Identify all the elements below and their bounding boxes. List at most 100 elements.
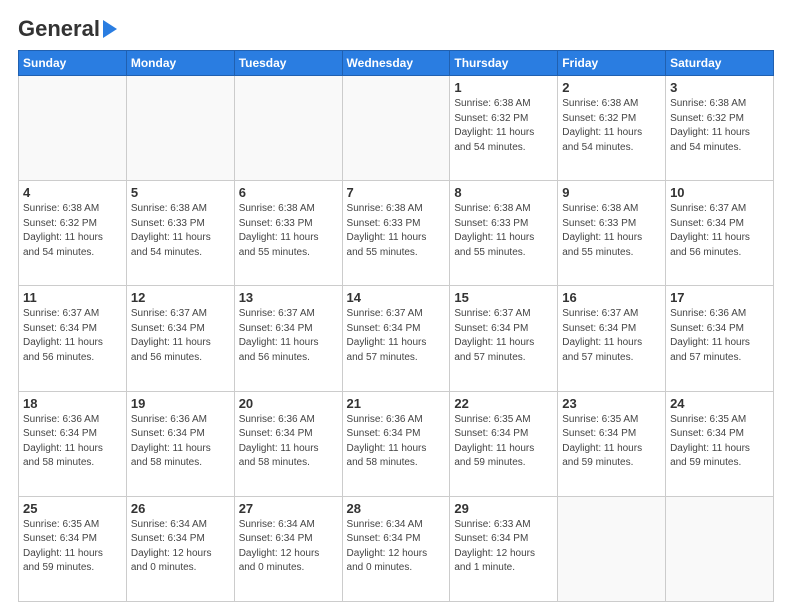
day-cell (666, 496, 774, 601)
week-row-4: 18 Sunrise: 6:36 AMSunset: 6:34 PMDayligh… (19, 391, 774, 496)
day-number: 21 (347, 396, 446, 411)
weekday-header-thursday: Thursday (450, 51, 558, 76)
day-info: Sunrise: 6:34 AMSunset: 6:34 PMDaylight:… (131, 518, 230, 576)
logo-arrow-icon (103, 20, 117, 38)
day-number: 19 (131, 396, 230, 411)
day-info: Sunrise: 6:38 AMSunset: 6:33 PMDaylight:… (454, 202, 553, 260)
day-info: Sunrise: 6:37 AMSunset: 6:34 PMDaylight:… (347, 307, 446, 365)
day-info: Sunrise: 6:37 AMSunset: 6:34 PMDaylight:… (562, 307, 661, 365)
day-cell: 16Sunrise: 6:37 AMSunset: 6:34 PMDayligh… (558, 286, 666, 391)
day-info: Sunrise: 6:37 AMSunset: 6:34 PMDaylight:… (454, 307, 553, 365)
day-number: 6 (239, 185, 338, 200)
day-number: 25 (23, 501, 122, 516)
day-cell: 24 Sunrise: 6:35 AMSunset: 6:34 PMDayligh… (666, 391, 774, 496)
day-info: Sunrise: 6:38 AMSunset: 6:33 PMDaylight:… (347, 202, 446, 260)
day-info: Sunrise: 6:38 AMSunset: 6:33 PMDaylight:… (131, 202, 230, 260)
day-info: Sunrise: 6:38 AMSunset: 6:32 PMDaylight:… (562, 97, 661, 155)
logo-general-text: General (18, 16, 100, 42)
logo: General (18, 16, 117, 42)
week-row-5: 25 Sunrise: 6:35 AMSunset: 6:34 PMDayligh… (19, 496, 774, 601)
day-number: 18 (23, 396, 122, 411)
day-info: Sunrise: 6:35 AMSunset: 6:34 PMDaylight:… (23, 518, 122, 576)
day-info: Sunrise: 6:38 AMSunset: 6:33 PMDaylight:… (562, 202, 661, 260)
day-number: 13 (239, 290, 338, 305)
day-cell: 28 Sunrise: 6:34 AMSunset: 6:34 PMDayligh… (342, 496, 450, 601)
day-cell: 15 Sunrise: 6:37 AMSunset: 6:34 PMDayligh… (450, 286, 558, 391)
day-cell: 1 Sunrise: 6:38 AMSunset: 6:32 PMDaylight… (450, 76, 558, 181)
week-row-2: 4Sunrise: 6:38 AMSunset: 6:32 PMDaylight… (19, 181, 774, 286)
day-number: 8 (454, 185, 553, 200)
day-cell: 17Sunrise: 6:36 AMSunset: 6:34 PMDayligh… (666, 286, 774, 391)
day-cell: 22Sunrise: 6:35 AMSunset: 6:34 PMDayligh… (450, 391, 558, 496)
day-cell: 10Sunrise: 6:37 AMSunset: 6:34 PMDayligh… (666, 181, 774, 286)
day-cell: 19Sunrise: 6:36 AMSunset: 6:34 PMDayligh… (126, 391, 234, 496)
day-cell: 26 Sunrise: 6:34 AMSunset: 6:34 PMDayligh… (126, 496, 234, 601)
day-cell: 14 Sunrise: 6:37 AMSunset: 6:34 PMDayligh… (342, 286, 450, 391)
day-number: 24 (670, 396, 769, 411)
day-cell: 25 Sunrise: 6:35 AMSunset: 6:34 PMDayligh… (19, 496, 127, 601)
page: General SundayMondayTuesdayWednesdayThur… (0, 0, 792, 612)
day-number: 29 (454, 501, 553, 516)
day-number: 3 (670, 80, 769, 95)
day-number: 2 (562, 80, 661, 95)
day-cell (558, 496, 666, 601)
day-cell: 2 Sunrise: 6:38 AMSunset: 6:32 PMDaylight… (558, 76, 666, 181)
weekday-header-monday: Monday (126, 51, 234, 76)
day-cell: 27 Sunrise: 6:34 AMSunset: 6:34 PMDayligh… (234, 496, 342, 601)
weekday-header-wednesday: Wednesday (342, 51, 450, 76)
day-cell (342, 76, 450, 181)
day-cell: 20 Sunrise: 6:36 AMSunset: 6:34 PMDayligh… (234, 391, 342, 496)
day-number: 20 (239, 396, 338, 411)
weekday-header-sunday: Sunday (19, 51, 127, 76)
day-cell: 7 Sunrise: 6:38 AMSunset: 6:33 PMDaylight… (342, 181, 450, 286)
day-cell: 13 Sunrise: 6:37 AMSunset: 6:34 PMDayligh… (234, 286, 342, 391)
day-number: 12 (131, 290, 230, 305)
day-number: 28 (347, 501, 446, 516)
calendar-header: SundayMondayTuesdayWednesdayThursdayFrid… (19, 51, 774, 76)
day-info: Sunrise: 6:38 AMSunset: 6:32 PMDaylight:… (670, 97, 769, 155)
day-number: 7 (347, 185, 446, 200)
day-info: Sunrise: 6:33 AMSunset: 6:34 PMDaylight:… (454, 518, 553, 576)
header: General (18, 16, 774, 42)
day-info: Sunrise: 6:37 AMSunset: 6:34 PMDaylight:… (23, 307, 122, 365)
day-info: Sunrise: 6:36 AMSunset: 6:34 PMDaylight:… (670, 307, 769, 365)
day-cell: 21Sunrise: 6:36 AMSunset: 6:34 PMDayligh… (342, 391, 450, 496)
day-info: Sunrise: 6:37 AMSunset: 6:34 PMDaylight:… (239, 307, 338, 365)
day-number: 1 (454, 80, 553, 95)
day-cell: 4Sunrise: 6:38 AMSunset: 6:32 PMDaylight… (19, 181, 127, 286)
weekday-row: SundayMondayTuesdayWednesdayThursdayFrid… (19, 51, 774, 76)
weekday-header-saturday: Saturday (666, 51, 774, 76)
day-number: 9 (562, 185, 661, 200)
day-info: Sunrise: 6:34 AMSunset: 6:34 PMDaylight:… (239, 518, 338, 576)
day-cell: 5 Sunrise: 6:38 AMSunset: 6:33 PMDaylight… (126, 181, 234, 286)
day-info: Sunrise: 6:37 AMSunset: 6:34 PMDaylight:… (131, 307, 230, 365)
day-number: 15 (454, 290, 553, 305)
day-number: 11 (23, 290, 122, 305)
day-cell: 11 Sunrise: 6:37 AMSunset: 6:34 PMDayligh… (19, 286, 127, 391)
day-info: Sunrise: 6:36 AMSunset: 6:34 PMDaylight:… (23, 413, 122, 471)
day-number: 26 (131, 501, 230, 516)
day-cell: 6Sunrise: 6:38 AMSunset: 6:33 PMDaylight… (234, 181, 342, 286)
day-number: 5 (131, 185, 230, 200)
day-cell: 3 Sunrise: 6:38 AMSunset: 6:32 PMDaylight… (666, 76, 774, 181)
day-cell: 18 Sunrise: 6:36 AMSunset: 6:34 PMDayligh… (19, 391, 127, 496)
day-number: 27 (239, 501, 338, 516)
day-cell (234, 76, 342, 181)
day-number: 14 (347, 290, 446, 305)
week-row-3: 11 Sunrise: 6:37 AMSunset: 6:34 PMDayligh… (19, 286, 774, 391)
day-info: Sunrise: 6:35 AMSunset: 6:34 PMDaylight:… (562, 413, 661, 471)
day-info: Sunrise: 6:35 AMSunset: 6:34 PMDaylight:… (670, 413, 769, 471)
day-info: Sunrise: 6:37 AMSunset: 6:34 PMDaylight:… (670, 202, 769, 260)
day-info: Sunrise: 6:34 AMSunset: 6:34 PMDaylight:… (347, 518, 446, 576)
day-cell: 8 Sunrise: 6:38 AMSunset: 6:33 PMDaylight… (450, 181, 558, 286)
day-info: Sunrise: 6:36 AMSunset: 6:34 PMDaylight:… (239, 413, 338, 471)
day-cell: 23 Sunrise: 6:35 AMSunset: 6:34 PMDayligh… (558, 391, 666, 496)
day-info: Sunrise: 6:35 AMSunset: 6:34 PMDaylight:… (454, 413, 553, 471)
day-cell: 12 Sunrise: 6:37 AMSunset: 6:34 PMDayligh… (126, 286, 234, 391)
weekday-header-friday: Friday (558, 51, 666, 76)
day-number: 23 (562, 396, 661, 411)
weekday-header-tuesday: Tuesday (234, 51, 342, 76)
day-cell (126, 76, 234, 181)
week-row-1: 1 Sunrise: 6:38 AMSunset: 6:32 PMDaylight… (19, 76, 774, 181)
day-info: Sunrise: 6:38 AMSunset: 6:32 PMDaylight:… (454, 97, 553, 155)
